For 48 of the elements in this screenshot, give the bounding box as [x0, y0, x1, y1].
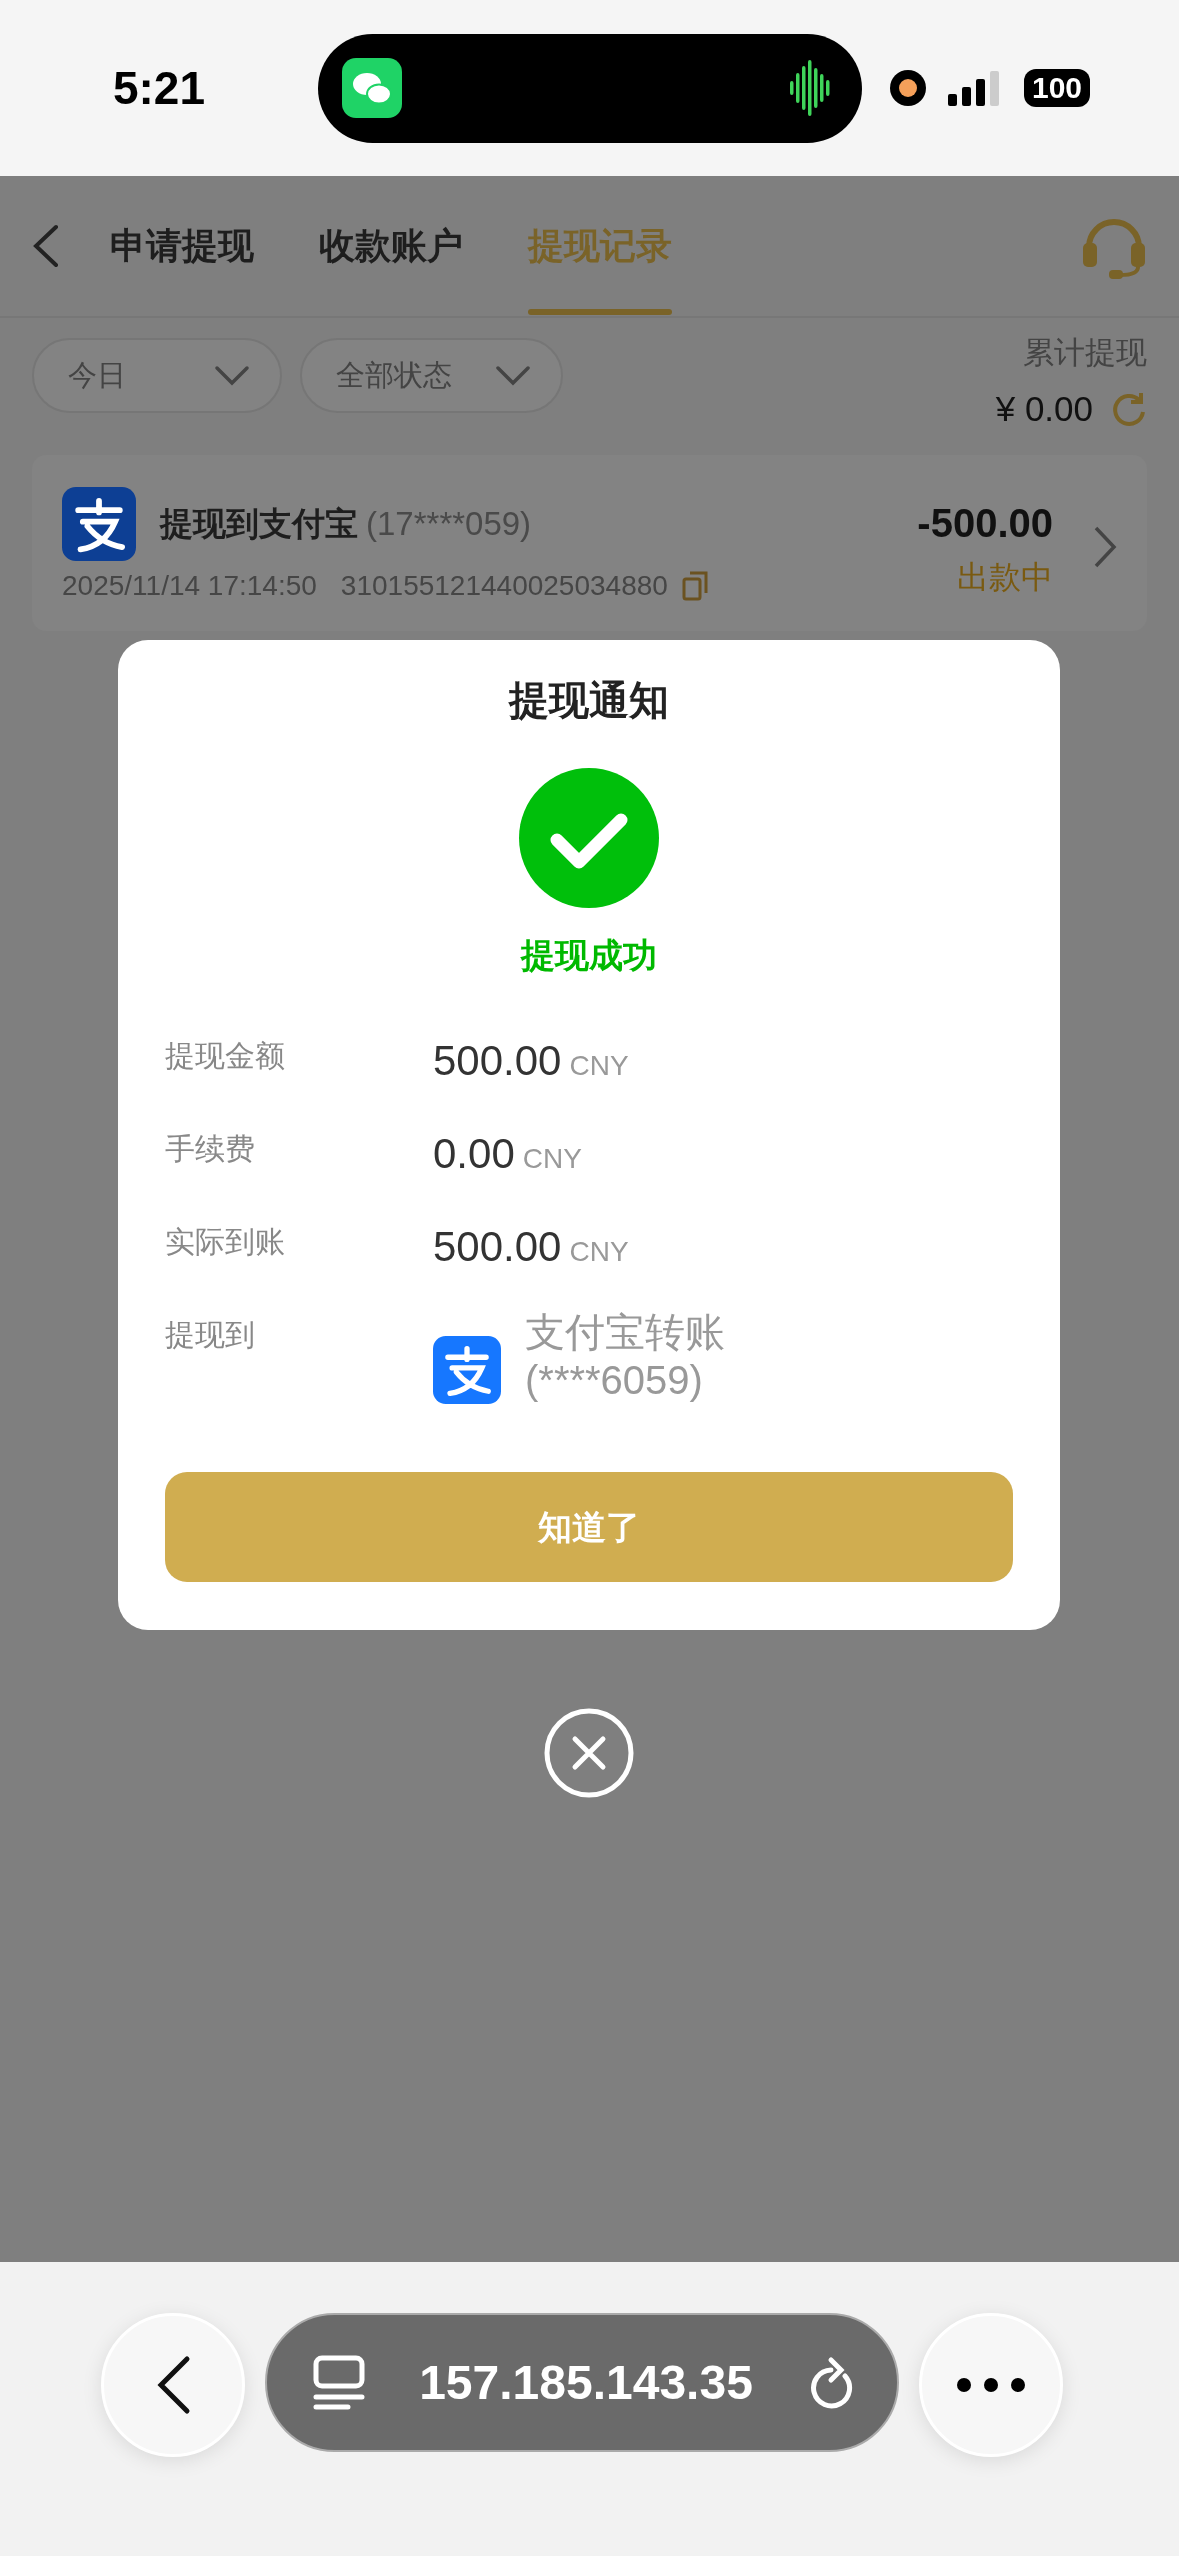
currency-label: CNY	[522, 1142, 582, 1176]
filter-dropdown[interactable]: 全部状态	[300, 338, 563, 413]
close-icon	[544, 1708, 634, 1798]
record-title: 提现到支付宝	[160, 504, 358, 545]
chevron-icon	[1093, 525, 1117, 569]
page-menu-icon[interactable]	[313, 2354, 365, 2411]
caret-icon	[495, 364, 531, 387]
total-label: 累计提现	[1023, 334, 1147, 372]
record-amount: -500.00	[917, 500, 1053, 547]
currency-label: CNY	[569, 1049, 629, 1083]
payment-app-icon	[62, 487, 136, 561]
account-number: (17****059)	[366, 504, 532, 545]
amount-value: 500.00	[433, 1222, 562, 1272]
chat-app-icon	[342, 58, 402, 118]
total-amount: ¥ 0.00	[995, 387, 1093, 430]
address-bar[interactable]: 157.185.143.35	[265, 2313, 899, 2452]
check-circle-icon	[519, 768, 659, 908]
close-button[interactable]	[544, 1708, 634, 1798]
field-label: 提现金额	[165, 1038, 286, 1074]
confirm-button[interactable]: 知道了	[165, 1472, 1013, 1582]
battery-level: 100	[1024, 69, 1091, 107]
record-time: 2025/11/14 17:14:50	[62, 569, 317, 603]
filter-dropdown[interactable]: 今日	[32, 338, 282, 413]
field-label: 手续费	[165, 1131, 256, 1167]
payee-account: (****6059)	[525, 1357, 704, 1404]
amount-value: 0.00	[433, 1129, 515, 1179]
url-text: 157.185.143.35	[419, 2354, 753, 2411]
copy-icon[interactable]	[681, 571, 708, 601]
record-card[interactable]: 提现到支付宝 (17****059) 2025/11/14 17:14:50 310155121440025034880 -500.00 出款中	[32, 455, 1147, 631]
payment-app-icon	[433, 1336, 501, 1404]
payee-name: 支付宝转账	[525, 1309, 725, 1356]
more-icon	[956, 2377, 1026, 2393]
clock-time: 5:21	[111, 60, 207, 116]
caret-icon	[214, 364, 250, 387]
audio-wave-icon	[790, 60, 832, 116]
amount-value: 500.00	[433, 1036, 562, 1086]
back-icon	[155, 2355, 191, 2415]
result-text: 提现成功	[519, 935, 658, 976]
tab[interactable]: 收款账户	[319, 175, 463, 317]
tab[interactable]: 申请提现	[110, 175, 254, 317]
field-label: 实际到账	[165, 1224, 286, 1260]
signal-icon	[948, 70, 1002, 106]
record-status: 出款中	[957, 558, 1053, 597]
order-number: 310155121440025034880	[340, 569, 668, 603]
dialog-title: 提现通知	[507, 677, 670, 724]
recording-dot-icon	[890, 70, 926, 106]
currency-label: CNY	[569, 1235, 629, 1269]
field-label: 提现到	[165, 1317, 256, 1353]
